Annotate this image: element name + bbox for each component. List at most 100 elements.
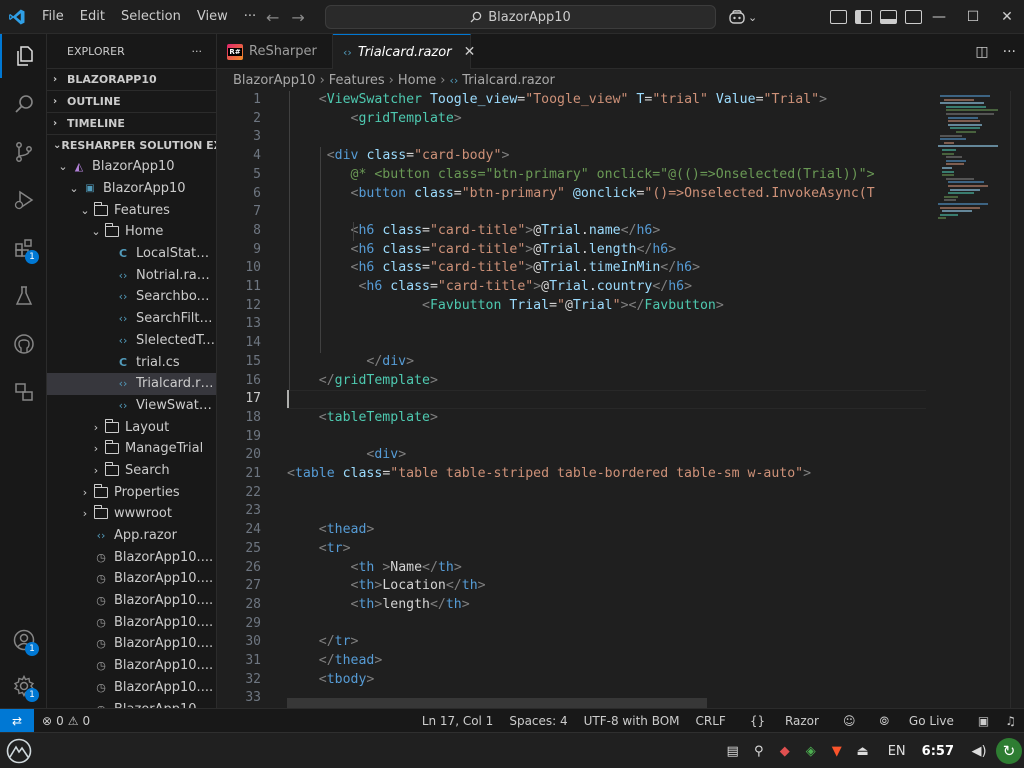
bell-icon[interactable]: ♫ xyxy=(997,714,1024,728)
section-outline[interactable]: › OUTLINE xyxy=(47,90,216,112)
app-red-icon[interactable]: ◆ xyxy=(776,742,794,760)
tab-trialcard-razor[interactable]: ‹› Trialcard.razor ✕ xyxy=(333,34,475,69)
problems-indicator[interactable]: ⊗ 0 ⚠ 0 xyxy=(42,714,90,728)
tree-item[interactable]: Ctrial.cs xyxy=(47,351,216,373)
minimap[interactable] xyxy=(926,91,1010,708)
tree-item[interactable]: ◷BlazorApp10.... xyxy=(47,633,216,655)
breadcrumb-item[interactable]: Trialcard.razor xyxy=(462,73,555,88)
toggle-panel-icon[interactable] xyxy=(880,10,897,24)
code-editor[interactable]: 1 2 3 4 5 6 7 8 9 10 11 12 13 14 15 16 17 18 19 20 21 22 23 24 2… xyxy=(217,91,926,708)
toggle-sidebar-icon[interactable] xyxy=(855,10,872,24)
tab-resharper[interactable]: R# ReSharper xyxy=(217,34,333,69)
tree-item[interactable]: ⌄ Features xyxy=(47,199,216,221)
tree-item[interactable]: ◷BlazorApp10.... xyxy=(47,611,216,633)
breadcrumb-item[interactable]: BlazorApp10 xyxy=(233,73,316,88)
indentation[interactable]: Spaces: 4 xyxy=(501,714,575,728)
maximize-icon[interactable]: ☐ xyxy=(956,9,990,25)
tree-item[interactable]: ⌄ Home xyxy=(47,221,216,243)
section-resharper-solution-explorer[interactable]: ⌄RESHARPER SOLUTION EXPL... xyxy=(47,134,216,156)
close-tab-icon[interactable]: ✕ xyxy=(464,44,476,60)
cursor-position[interactable]: Ln 17, Col 1 xyxy=(414,714,502,728)
more-actions-icon[interactable]: ··· xyxy=(1003,44,1016,60)
tree-item[interactable]: ◷BlazorApp10.... xyxy=(47,568,216,590)
remote-indicator-icon[interactable]: ⇄ xyxy=(0,708,34,733)
tree-item[interactable]: › Properties xyxy=(47,481,216,503)
menu-file[interactable]: File xyxy=(34,0,72,34)
tree-item[interactable]: › wwwroot xyxy=(47,503,216,525)
tree-item[interactable]: ‹› Trialcard.ra... xyxy=(47,372,216,395)
end-of-line[interactable]: CRLF xyxy=(688,714,734,728)
notifications-icon[interactable]: ▣ xyxy=(970,714,997,728)
tree-item[interactable]: ‹› SearchFilte... xyxy=(47,308,216,330)
forward-arrow-icon[interactable]: → xyxy=(291,8,304,27)
menu-edit[interactable]: Edit xyxy=(72,0,113,34)
minimap-line xyxy=(946,156,962,159)
run-debug-icon[interactable] xyxy=(0,178,47,222)
tree-item[interactable]: › Search xyxy=(47,460,216,482)
app-green-icon[interactable]: ◈ xyxy=(802,742,820,760)
tree-item[interactable]: ‹› Searchbox.... xyxy=(47,286,216,308)
settings-gear-icon[interactable]: 1 xyxy=(0,664,47,708)
network-printer-icon[interactable]: ▤ xyxy=(724,742,742,760)
accounts-icon[interactable]: 1 xyxy=(0,618,47,662)
explorer-icon[interactable] xyxy=(0,34,47,78)
chevron-right-icon: › xyxy=(93,420,99,434)
go-live-button[interactable]: ⦾ Go Live xyxy=(863,714,969,729)
back-arrow-icon[interactable]: ← xyxy=(266,8,279,27)
razor-file-icon: ‹› xyxy=(118,312,128,326)
language-mode[interactable]: {} Razor xyxy=(734,714,835,728)
start-menu-icon[interactable] xyxy=(4,736,34,766)
update-status-icon[interactable]: ↻ xyxy=(996,738,1022,764)
tree-item[interactable]: ◷BlazorApp10.... xyxy=(47,546,216,568)
tree-item[interactable]: ◷BlazorApp10.... xyxy=(47,590,216,612)
command-center-search[interactable]: BlazorApp10 xyxy=(325,5,716,29)
tree-item[interactable]: ◷BlazorApp10.... xyxy=(47,677,216,699)
clock-time[interactable]: 6:57 xyxy=(922,744,954,759)
file-icon-wrap xyxy=(93,483,109,498)
extensions-icon[interactable]: 1 xyxy=(0,226,47,270)
menu-view[interactable]: View xyxy=(189,0,236,34)
search-icon[interactable] xyxy=(0,82,47,126)
tree-item[interactable]: ⌄ ▣ BlazorApp10 xyxy=(47,178,216,200)
volume-icon[interactable]: ◀) xyxy=(970,742,988,760)
breadcrumb-item[interactable]: Home xyxy=(398,73,436,88)
section-blazorapp10[interactable]: › BLAZORAPP10 xyxy=(47,68,216,90)
chevron-right-icon: › xyxy=(82,485,88,499)
testing-flask-icon[interactable] xyxy=(0,274,47,318)
encoding[interactable]: UTF-8 with BOM xyxy=(576,714,688,728)
tree-item[interactable]: ⌄ ◭ BlazorApp10 xyxy=(47,156,216,178)
code-line: <tableTemplate> xyxy=(318,409,438,425)
more-actions-icon[interactable]: ··· xyxy=(192,45,203,58)
toggle-secondary-sidebar-icon[interactable] xyxy=(905,10,922,24)
location-pin-icon[interactable]: ⚲ xyxy=(750,742,768,760)
section-timeline[interactable]: › TIMELINE xyxy=(47,112,216,134)
section-label: TIMELINE xyxy=(67,117,125,130)
copilot-status-icon[interactable]: ☺ xyxy=(835,714,864,728)
tree-item[interactable]: › ManageTrial xyxy=(47,438,216,460)
horizontal-scrollbar[interactable] xyxy=(287,698,707,708)
brave-browser-icon[interactable]: ▼ xyxy=(828,742,846,760)
source-control-icon[interactable] xyxy=(0,130,47,174)
tree-item[interactable]: ‹› SlelectedTr... xyxy=(47,330,216,352)
vertical-scrollbar[interactable] xyxy=(1010,91,1024,708)
tree-item[interactable]: › Layout xyxy=(47,416,216,438)
menu-selection[interactable]: Selection xyxy=(113,0,189,34)
tree-item[interactable]: ◷BlazorApp10.... xyxy=(47,698,216,708)
tree-item[interactable]: ‹› App.razor xyxy=(47,525,216,547)
layout-customize-icon[interactable] xyxy=(830,10,847,24)
tree-item[interactable]: ‹› ViewSwatc... xyxy=(47,395,216,417)
github-icon[interactable] xyxy=(0,322,47,366)
code-area[interactable]: <ViewSwatcher Toogle_view="Toogle_view" … xyxy=(287,91,926,708)
close-window-icon[interactable]: ✕ xyxy=(990,9,1024,25)
copilot-menu[interactable]: ⌄ xyxy=(728,7,762,27)
breadcrumb-item[interactable]: Features xyxy=(329,73,385,88)
menu-more[interactable]: ··· xyxy=(236,0,264,34)
eject-icon[interactable]: ⏏ xyxy=(854,742,872,760)
tree-item[interactable]: ◷BlazorApp10.... xyxy=(47,655,216,677)
tree-item[interactable]: ‹› Notrial.razor xyxy=(47,264,216,286)
remote-explorer-icon[interactable] xyxy=(0,370,47,414)
split-editor-icon[interactable]: ◫ xyxy=(975,44,988,60)
keyboard-language[interactable]: EN xyxy=(888,744,906,759)
minimize-icon[interactable]: — xyxy=(922,9,956,25)
tree-item[interactable]: C LocalState.cs xyxy=(47,243,216,265)
